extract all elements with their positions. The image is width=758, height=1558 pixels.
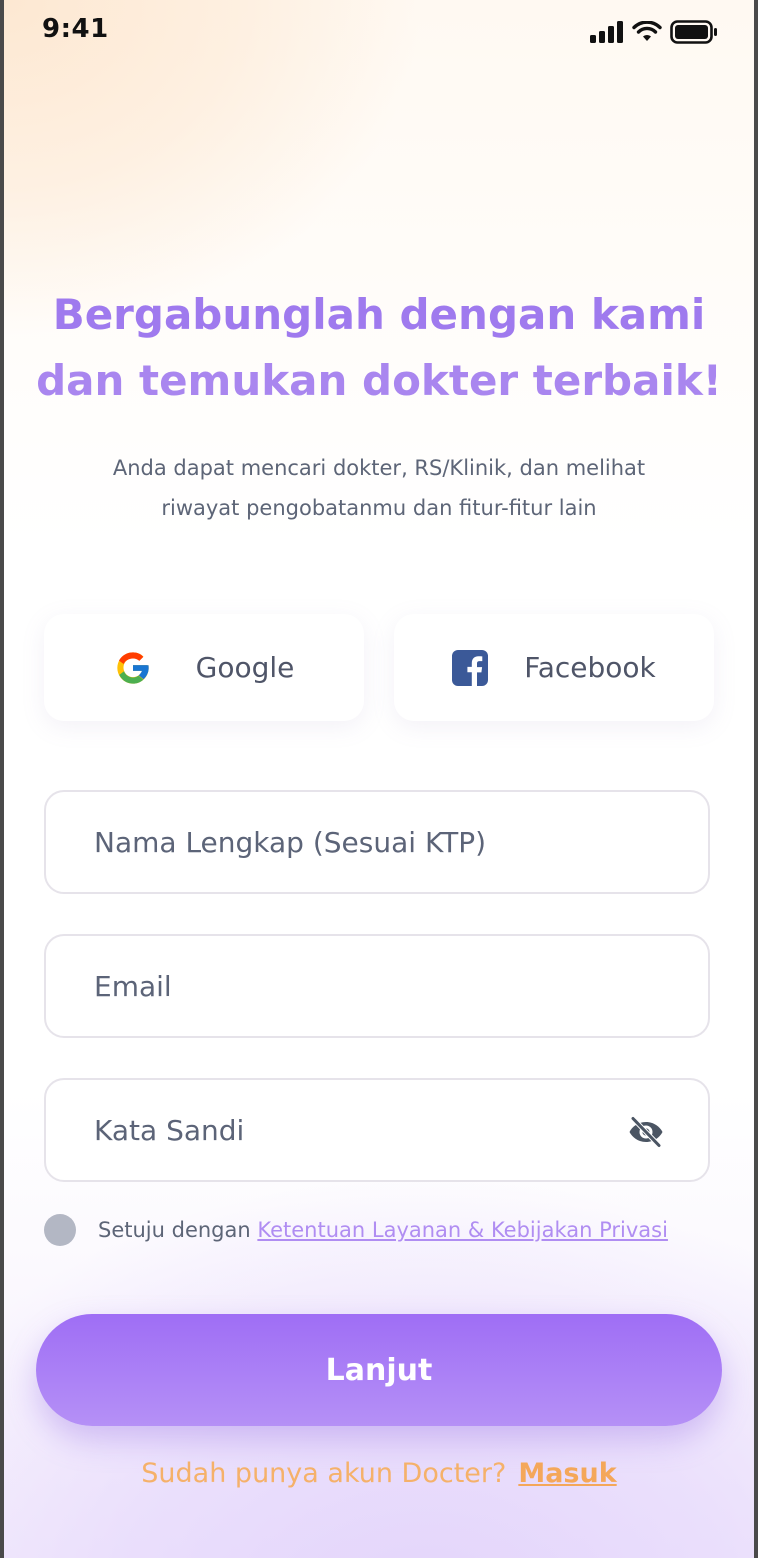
page-title: Bergabunglah dengan kami dan temukan dok…: [4, 282, 754, 414]
facebook-button-label: Facebook: [524, 651, 656, 684]
login-prompt: Sudah punya akun Docter? Masuk: [4, 1458, 754, 1489]
status-bar: 9:41: [4, 0, 754, 70]
battery-icon: [670, 20, 717, 44]
login-link[interactable]: Masuk: [518, 1458, 616, 1489]
status-icons: [590, 20, 718, 44]
email-field: [44, 934, 710, 1038]
title-line-1: Bergabunglah dengan kami: [52, 290, 706, 339]
password-input[interactable]: [94, 1080, 614, 1180]
eye-off-icon[interactable]: [628, 1116, 664, 1148]
terms-checkbox[interactable]: [44, 1214, 76, 1246]
password-field: [44, 1078, 710, 1182]
continue-button[interactable]: Lanjut: [36, 1314, 722, 1426]
google-button-label: Google: [195, 651, 295, 684]
terms-agreement: Setuju dengan Ketentuan Layanan & Kebija…: [44, 1210, 724, 1254]
cellular-signal-icon: [590, 21, 623, 43]
wifi-icon: [632, 21, 662, 41]
google-signin-button[interactable]: Google: [44, 614, 364, 721]
subtitle-line-1: Anda dapat mencari dokter, RS/Klinik, da…: [112, 456, 646, 480]
terms-prefix: Setuju dengan: [98, 1218, 251, 1242]
full-name-field: [44, 790, 710, 894]
continue-button-label: Lanjut: [325, 1352, 433, 1388]
page-subtitle: Anda dapat mencari dokter, RS/Klinik, da…: [4, 448, 754, 528]
status-time: 9:41: [42, 14, 109, 44]
facebook-signin-button[interactable]: Facebook: [394, 614, 714, 721]
login-prompt-text: Sudah punya akun Docter?: [141, 1458, 507, 1489]
google-icon: [116, 651, 149, 684]
full-name-input[interactable]: [94, 792, 614, 892]
register-screen: 9:41 Bergabunglah dengan kami dan temuka: [4, 0, 754, 1558]
email-input[interactable]: [94, 936, 614, 1036]
subtitle-line-2: riwayat pengobatanmu dan fitur-fitur lai…: [161, 496, 597, 520]
facebook-icon: [452, 649, 489, 686]
terms-text: Setuju dengan Ketentuan Layanan & Kebija…: [98, 1218, 668, 1242]
terms-link[interactable]: Ketentuan Layanan & Kebijakan Privasi: [257, 1218, 668, 1242]
title-line-2: dan temukan dokter terbaik!: [36, 356, 722, 405]
